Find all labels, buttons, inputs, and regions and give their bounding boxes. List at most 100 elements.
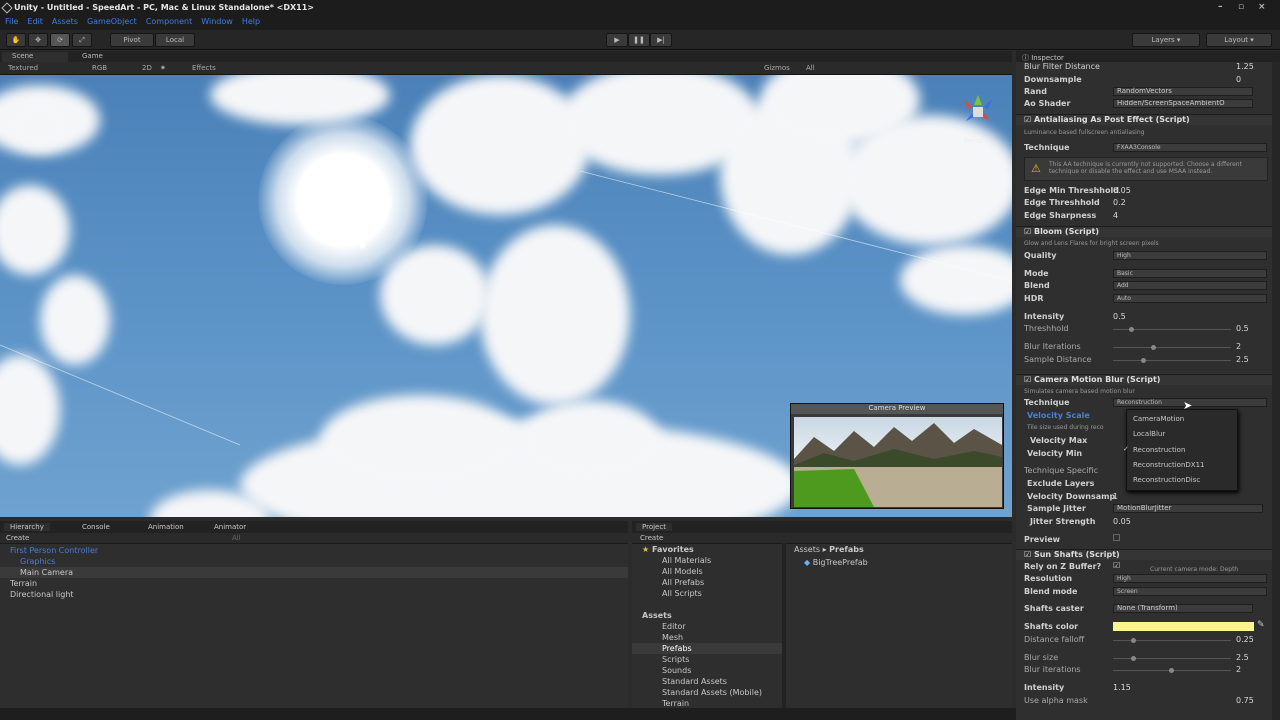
distance-falloff-value[interactable]: 0.25 (1236, 635, 1254, 644)
menu-window[interactable]: Window (201, 17, 233, 30)
option-cameramotion[interactable]: CameraMotion (1133, 415, 1184, 423)
asset-file[interactable]: ◆ BigTreePrefab (804, 558, 868, 567)
asset-folder[interactable]: Standard Assets (662, 677, 727, 686)
project-create-button[interactable]: Create (640, 534, 663, 542)
sun-intensity-value[interactable]: 1.15 (1113, 683, 1131, 692)
sunshafts-component-header[interactable]: ☑ Sun Shafts (Script) (1016, 549, 1272, 560)
hierarchy-search-input[interactable]: All (232, 534, 241, 542)
bloom-threshold-slider[interactable] (1113, 327, 1231, 332)
slider-knob[interactable] (1129, 327, 1134, 332)
z-buffer-checkbox[interactable]: ☑ (1113, 561, 1120, 570)
slider-knob[interactable] (1169, 668, 1174, 673)
light-toggle-icon[interactable]: ✷ (160, 64, 166, 72)
edge-threshold-value[interactable]: 0.2 (1113, 198, 1126, 207)
asset-folder[interactable]: Scripts (662, 655, 689, 664)
blur-iterations-slider[interactable] (1113, 345, 1231, 350)
favorite-item[interactable]: All Models (662, 567, 703, 576)
tab-project[interactable]: Project (636, 523, 672, 531)
velocity-downsample-value[interactable]: 1 (1113, 492, 1118, 501)
favorite-item[interactable]: All Materials (662, 556, 711, 565)
tab-scene[interactable]: Scene (2, 52, 68, 62)
scene-search-input[interactable]: All (806, 64, 815, 72)
blur-filter-distance-value[interactable]: 1.25 (1236, 62, 1254, 71)
sample-distance-value[interactable]: 2.5 (1236, 355, 1249, 364)
blur-size-value[interactable]: 2.5 (1236, 653, 1249, 662)
maximize-icon[interactable]: ▫ (1238, 2, 1244, 12)
sun-blur-iterations-value[interactable]: 2 (1236, 665, 1241, 674)
render-mode-dropdown[interactable]: RGB (92, 64, 107, 72)
hierarchy-item[interactable]: Main Camera (20, 568, 73, 577)
assets-folder[interactable]: Assets (642, 611, 672, 620)
option-reconstructiondisc[interactable]: ReconstructionDisc (1133, 476, 1200, 484)
hierarchy-item[interactable]: Graphics (20, 557, 55, 566)
tab-animation[interactable]: Animation (148, 523, 184, 531)
sample-jitter-field[interactable]: MotionBlurJitter (1113, 504, 1263, 513)
rand-field[interactable]: RandomVectors (1113, 87, 1253, 96)
pivot-toggle[interactable]: Pivot (110, 33, 154, 47)
menu-gameobject[interactable]: GameObject (87, 17, 137, 30)
play-button[interactable]: ▶ (606, 33, 628, 47)
tab-game[interactable]: Game (72, 52, 132, 62)
shading-dropdown[interactable]: Textured (8, 64, 38, 72)
pause-button[interactable]: ❚❚ (628, 33, 650, 47)
minimize-icon[interactable]: – (1218, 2, 1223, 12)
light-gizmo-icon[interactable]: ✷ (357, 239, 368, 254)
bloom-component-header[interactable]: ☑ Bloom (Script) (1016, 226, 1272, 237)
jitter-strength-value[interactable]: 0.05 (1113, 517, 1131, 526)
sample-distance-slider[interactable] (1113, 358, 1231, 363)
asset-folder[interactable]: Terrain (662, 699, 689, 708)
menu-assets[interactable]: Assets (52, 17, 78, 30)
bloom-hdr-dropdown[interactable]: Auto (1113, 294, 1267, 303)
favorite-item[interactable]: All Scripts (662, 589, 702, 598)
gizmos-dropdown[interactable]: Gizmos (764, 64, 790, 72)
step-button[interactable]: ▶| (650, 33, 672, 47)
toggle-2d[interactable]: 2D (142, 64, 152, 72)
bloom-blend-dropdown[interactable]: Add (1113, 281, 1267, 290)
favorites-header[interactable]: ★ Favorites (642, 545, 694, 554)
blur-size-slider[interactable] (1113, 656, 1231, 661)
bloom-threshold-value[interactable]: 0.5 (1236, 324, 1249, 333)
create-button[interactable]: Create (6, 534, 29, 542)
tab-console[interactable]: Console (82, 523, 110, 531)
scale-tool-button[interactable]: ⤢ (72, 33, 92, 47)
menu-component[interactable]: Component (146, 17, 192, 30)
asset-folder[interactable]: Standard Assets (Mobile) (662, 688, 762, 697)
favorite-item[interactable]: All Prefabs (662, 578, 704, 587)
edge-sharpness-value[interactable]: 4 (1113, 211, 1118, 220)
effects-dropdown[interactable]: Effects (192, 64, 216, 72)
slider-knob[interactable] (1151, 345, 1156, 350)
scene-orientation-gizmo[interactable] (958, 93, 998, 129)
bloom-quality-dropdown[interactable]: High (1113, 251, 1267, 260)
breadcrumb-leaf[interactable]: Prefabs (829, 545, 864, 554)
cmb-component-header[interactable]: ☑ Camera Motion Blur (Script) (1016, 374, 1272, 385)
local-toggle[interactable]: Local (155, 33, 195, 47)
breadcrumb-root[interactable]: Assets (794, 545, 820, 554)
asset-folder[interactable]: Sounds (662, 666, 691, 675)
slider-knob[interactable] (1141, 358, 1146, 363)
menu-help[interactable]: Help (242, 17, 260, 30)
alpha-mask-value[interactable]: 0.75 (1236, 696, 1254, 705)
blend-mode-dropdown[interactable]: Screen (1113, 587, 1267, 596)
tab-animator[interactable]: Animator (214, 523, 246, 531)
bloom-intensity-value[interactable]: 0.5 (1113, 312, 1126, 321)
option-localblur[interactable]: LocalBlur (1133, 430, 1165, 438)
menu-edit[interactable]: Edit (27, 17, 43, 30)
edge-min-threshold-value[interactable]: 0.05 (1113, 186, 1131, 195)
shafts-color-swatch[interactable] (1113, 622, 1254, 631)
layout-dropdown[interactable]: Layout ▾ (1206, 33, 1272, 47)
asset-folder[interactable]: Mesh (662, 633, 683, 642)
inspector-scrollbar[interactable] (1272, 62, 1280, 720)
option-reconstructiondx11[interactable]: ReconstructionDX11 (1133, 461, 1204, 469)
shafts-caster-field[interactable]: None (Transform) (1113, 604, 1253, 613)
ao-shader-field[interactable]: Hidden/ScreenSpaceAmbientO (1113, 99, 1253, 108)
slider-knob[interactable] (1131, 638, 1136, 643)
move-tool-button[interactable]: ✥ (28, 33, 48, 47)
option-reconstruction[interactable]: Reconstruction (1133, 446, 1185, 454)
aa-technique-dropdown[interactable]: FXAA3Console (1113, 143, 1267, 152)
menu-file[interactable]: File (5, 17, 18, 30)
blur-iterations-value[interactable]: 2 (1236, 342, 1241, 351)
hierarchy-item[interactable]: Terrain (10, 579, 37, 588)
rotate-tool-button[interactable]: ⟳ (50, 33, 70, 47)
distance-falloff-slider[interactable] (1113, 638, 1231, 643)
asset-folder[interactable]: Prefabs (662, 644, 692, 653)
